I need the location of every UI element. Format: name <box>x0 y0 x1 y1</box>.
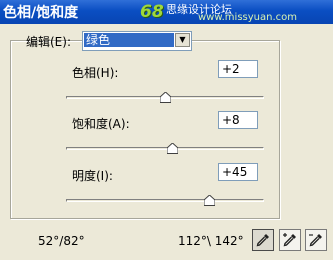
edit-selected-value: 绿色 <box>84 33 174 47</box>
saturation-label: 饱和度(A): <box>72 117 130 131</box>
hue-input[interactable]: +2 <box>218 60 258 78</box>
eyedropper-icon <box>256 234 269 247</box>
lightness-slider-thumb[interactable] <box>204 195 215 206</box>
eyedropper-minus-button[interactable] <box>305 229 327 251</box>
range-right-readout: 112°\ 142° <box>178 234 244 248</box>
watermark-logo: 68 思缘设计论坛 www.missyuan.com <box>140 2 297 23</box>
saturation-input[interactable]: +8 <box>218 111 258 129</box>
hue-slider-thumb[interactable] <box>160 92 171 103</box>
edit-label: 编辑(E): <box>26 35 71 49</box>
edit-dropdown[interactable]: 绿色 ▼ <box>82 31 192 51</box>
chevron-down-icon[interactable]: ▼ <box>175 33 190 47</box>
saturation-slider-track[interactable] <box>66 147 264 150</box>
eyedropper-plus-button[interactable] <box>279 229 301 251</box>
lightness-slider-track[interactable] <box>66 199 264 202</box>
title-bar: 色相/饱和度 68 思缘设计论坛 www.missyuan.com <box>0 0 333 24</box>
lightness-input[interactable]: +45 <box>218 163 258 181</box>
hue-label: 色相(H): <box>72 66 119 80</box>
eyedropper-plus-icon <box>283 233 296 247</box>
eyedropper-button[interactable] <box>252 229 274 251</box>
range-left-readout: 52°/82° <box>38 234 85 248</box>
saturation-slider-thumb[interactable] <box>167 143 178 154</box>
lightness-label: 明度(I): <box>72 169 113 183</box>
eyedropper-minus-icon <box>309 234 322 247</box>
window-title: 色相/饱和度 <box>3 5 79 21</box>
